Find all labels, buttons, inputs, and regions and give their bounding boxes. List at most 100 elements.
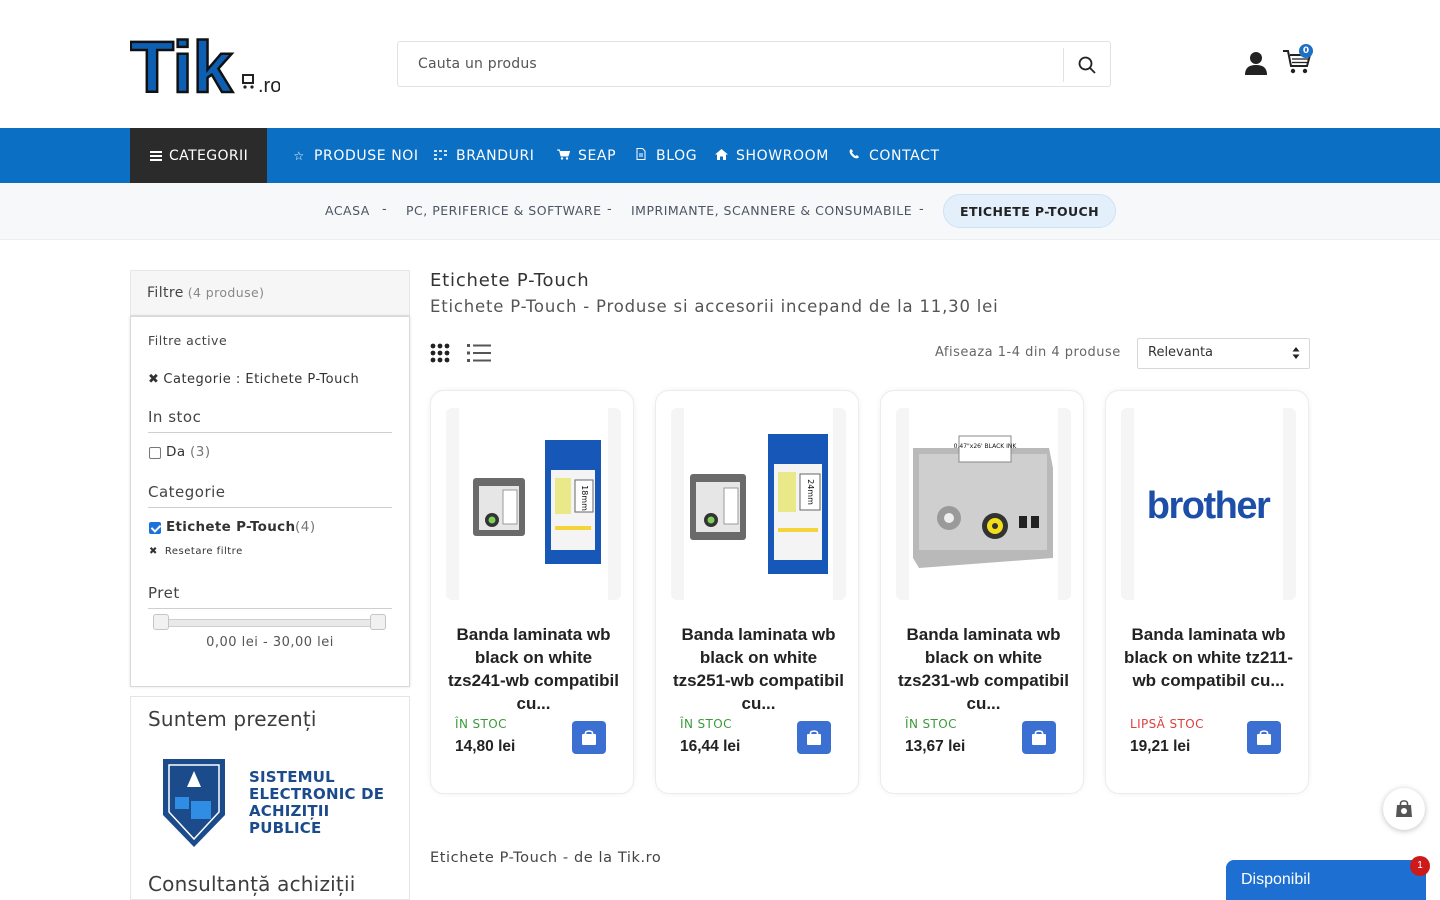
stock-checkbox[interactable] — [149, 447, 161, 459]
product-image[interactable]: 24mm — [671, 408, 846, 600]
filters-panel: Filtre active ✖ Categorie : Etichete P-To… — [130, 316, 410, 687]
tape-cassette-image: 0.47"x26' BLACK INK — [913, 435, 1053, 568]
filters-sidebar: Filtre (4 produse) Filtre active ✖ Categor… — [130, 270, 410, 687]
search-button[interactable] — [1072, 50, 1102, 80]
product-name[interactable]: Banda laminata wb black on white tz211-w… — [1121, 623, 1296, 711]
seap-text: SISTEMUL ELECTRONIC DE ACHIZIȚII PUBLICE — [249, 768, 385, 837]
nav-item-label: CONTACT — [869, 147, 940, 164]
stock-status: ÎN STOC — [680, 717, 732, 731]
site-header: Tik .ro Cauta un produs 0 — [0, 0, 1440, 128]
home-icon — [714, 148, 728, 163]
nav-item-seap[interactable]: SEAP — [556, 128, 616, 183]
brother-logo-text: brother — [1147, 485, 1271, 527]
stock-filter-title: In stoc — [148, 408, 202, 426]
add-to-cart-button[interactable] — [1247, 721, 1281, 754]
shopping-bag-icon — [807, 730, 821, 745]
breadcrumb: ACASA - PC, PERIFERICE & SOFTWARE - IMPR… — [0, 183, 1440, 240]
category-checkbox[interactable] — [149, 522, 161, 534]
sort-select[interactable]: Relevanta — [1137, 338, 1310, 369]
filters-title: Filtre — [147, 285, 184, 301]
live-chat-widget[interactable]: Disponibil — [1226, 860, 1426, 900]
add-to-cart-button[interactable] — [797, 721, 831, 754]
nav-item-contact[interactable]: CONTACT — [847, 128, 940, 183]
category-filter-title: Categorie — [148, 483, 226, 501]
breadcrumb-item[interactable]: PC, PERIFERICE & SOFTWARE — [406, 203, 602, 218]
reset-filters-link[interactable]: ✖ Resetare filtre — [149, 546, 243, 557]
stock-status: ÎN STOC — [905, 717, 957, 731]
product-image[interactable]: 0.47"x26' BLACK INK — [896, 408, 1071, 600]
cart-count-badge: 0 — [1299, 44, 1313, 58]
stock-option-count: (3) — [190, 444, 211, 460]
page-title: Etichete P-Touch — [430, 270, 590, 291]
filters-header: Filtre (4 produse) — [130, 270, 410, 316]
breadcrumb-item[interactable]: IMPRIMANTE, SCANNERE & CONSUMABILE — [631, 203, 912, 218]
product-price: 16,44 lei — [680, 738, 741, 755]
price-filter-title: Pret — [148, 584, 180, 602]
site-logo[interactable]: Tik .ro — [129, 27, 282, 110]
nav-item-showroom[interactable]: SHOWROOM — [714, 128, 829, 183]
price-range-label: 0,00 lei - 30,00 lei — [206, 635, 334, 650]
sort-arrows-icon — [1292, 347, 1300, 359]
search-divider — [1063, 48, 1064, 82]
product-image[interactable]: brother — [1121, 408, 1296, 600]
sort-value: Relevanta — [1148, 345, 1214, 360]
add-to-cart-button[interactable] — [1022, 721, 1056, 754]
stock-option-label[interactable]: Da — [166, 444, 186, 460]
nav-item-label: BRANDURI — [456, 147, 535, 164]
price-slider-max-handle[interactable] — [370, 614, 386, 630]
product-price: 14,80 lei — [455, 738, 516, 755]
nav-item-label: BLOG — [656, 147, 698, 164]
list-view-icon[interactable] — [467, 343, 491, 363]
category-option-count: (4) — [295, 519, 316, 535]
product-card[interactable]: 24mm Banda laminata wb black on white tz… — [655, 390, 859, 794]
breadcrumb-item[interactable]: ACASA — [325, 203, 370, 218]
document-icon — [634, 148, 648, 163]
price-slider-min-handle[interactable] — [153, 614, 169, 630]
category-option-label[interactable]: Etichete P-Touch — [166, 519, 295, 535]
product-card[interactable]: 18mm Banda laminata wb black on white tz… — [430, 390, 634, 794]
nav-item-label: SHOWROOM — [736, 147, 829, 164]
search-input[interactable]: Cauta un produs — [418, 56, 537, 72]
active-filter-chip[interactable]: ✖ Categorie : Etichete P-Touch — [148, 372, 359, 387]
product-price: 13,67 lei — [905, 738, 966, 755]
close-icon: ✖ — [149, 546, 158, 557]
product-card[interactable]: brother Banda laminata wb black on white… — [1105, 390, 1309, 794]
search-box[interactable]: Cauta un produs — [397, 41, 1111, 87]
promo-title: Suntem prezenți — [148, 707, 317, 731]
shopping-bag-icon — [582, 730, 596, 745]
bag-icon — [1396, 800, 1412, 817]
nav-item-produse-noi[interactable]: ☆ PRODUSE NOI — [292, 128, 419, 183]
promo-subtitle: Consultanță achiziții — [148, 872, 356, 896]
result-count: Afiseaza 1-4 din 4 produse — [935, 345, 1121, 360]
nav-item-blog[interactable]: BLOG — [634, 128, 697, 183]
tape-size-label: 0.47"x26' BLACK INK — [954, 443, 1018, 450]
stock-status: ÎN STOC — [455, 717, 507, 731]
add-to-cart-button[interactable] — [572, 721, 606, 754]
breadcrumb-separator: - — [919, 202, 924, 217]
product-name[interactable]: Banda laminata wb black on white tzs251-… — [671, 623, 846, 711]
price-slider-track[interactable] — [156, 619, 381, 627]
seap-promo-banner[interactable]: Suntem prezenți SISTEMUL ELECTRONIC DE A… — [130, 696, 410, 900]
breadcrumb-current: ETICHETE P-TOUCH — [943, 194, 1116, 228]
main-nav: CATEGORII ☆ PRODUSE NOI BRANDURI SEAP BL… — [0, 128, 1440, 183]
product-name[interactable]: Banda laminata wb black on white tzs241-… — [446, 623, 621, 711]
floating-accessibility-button[interactable] — [1383, 788, 1425, 830]
nav-item-branduri[interactable]: BRANDURI — [434, 128, 535, 183]
stock-status: LIPSĂ STOC — [1130, 717, 1204, 731]
categories-label: CATEGORII — [169, 147, 249, 164]
product-card[interactable]: 0.47"x26' BLACK INK Banda laminata wb bl… — [880, 390, 1084, 794]
hamburger-icon — [150, 150, 162, 161]
product-name[interactable]: Banda laminata wb black on white tzs231-… — [896, 623, 1071, 711]
product-image[interactable]: 18mm — [446, 408, 621, 600]
shopping-bag-icon — [1032, 730, 1046, 745]
categories-menu-button[interactable]: CATEGORII — [130, 128, 267, 183]
filters-count: (4 produse) — [187, 285, 265, 300]
grid-view-icon[interactable] — [430, 343, 450, 363]
divider — [148, 432, 392, 433]
user-icon[interactable] — [1243, 50, 1269, 76]
remove-filter-icon[interactable]: ✖ — [148, 372, 159, 387]
star-icon: ☆ — [293, 148, 305, 163]
tape-18mm-image: 18mm — [473, 440, 601, 564]
cart-icon — [556, 149, 570, 163]
chat-notification-badge: 1 — [1410, 856, 1430, 876]
